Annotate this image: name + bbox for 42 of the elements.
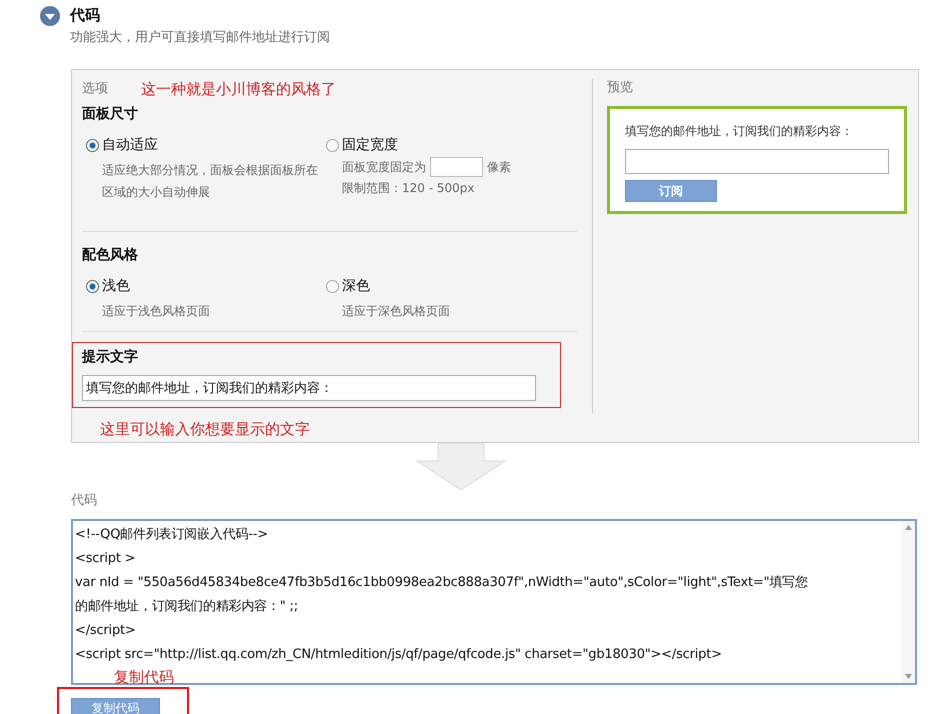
annotation-text: 复制代码 bbox=[114, 668, 174, 686]
subscribe-button[interactable]: 订阅 bbox=[625, 180, 717, 202]
preview-prompt: 填写您的邮件地址，订阅我们的精彩内容： bbox=[625, 123, 854, 140]
radio-button[interactable] bbox=[326, 139, 339, 152]
group-title: 配色风格 bbox=[82, 246, 139, 265]
option-label: 浅色 bbox=[102, 277, 130, 296]
scrollbar[interactable] bbox=[901, 521, 915, 683]
radio-button[interactable] bbox=[326, 280, 339, 293]
code-line: 的邮件地址，订阅我们的精彩内容：" ;; bbox=[75, 598, 299, 616]
annotation-text: 这里可以输入你想要显示的文字 bbox=[100, 419, 311, 440]
section-title: 代码 bbox=[70, 5, 101, 25]
option-description: 适应于深色风格页面 bbox=[342, 303, 451, 320]
code-line: <script src="http://list.qq.com/zh_CN/htmledition/js/qf/page/qfcode.js" charset="gb18030"></script> bbox=[75, 646, 723, 664]
group-title: 面板尺寸 bbox=[82, 105, 139, 124]
copy-code-button[interactable]: 复制代码 bbox=[71, 698, 160, 714]
code-line: <script > bbox=[75, 550, 136, 568]
width-input[interactable] bbox=[430, 157, 483, 177]
option-label: 深色 bbox=[342, 277, 370, 296]
collapse-icon[interactable] bbox=[40, 6, 60, 26]
hint-title: 提示文字 bbox=[82, 348, 139, 367]
width-suffix: 像素 bbox=[487, 159, 511, 176]
code-label: 代码 bbox=[71, 492, 98, 510]
email-input[interactable] bbox=[625, 149, 889, 174]
option-description: 适应于浅色风格页面 bbox=[102, 303, 211, 320]
code-line: </script> bbox=[75, 622, 137, 640]
preview-label: 预览 bbox=[607, 78, 634, 96]
code-textarea[interactable] bbox=[71, 519, 917, 685]
radio-button[interactable] bbox=[86, 139, 99, 152]
code-line: var nId = "550a56d45834be8ce47fb3b5d16c1bb0998ea2bc888a307f",nWidth="auto",sColor="light",sText="填写您 bbox=[75, 574, 809, 592]
options-label: 选项 bbox=[82, 80, 108, 98]
scroll-up-icon[interactable] bbox=[904, 525, 912, 530]
scroll-down-icon[interactable] bbox=[904, 674, 912, 679]
code-line: <!--QQ邮件列表订阅嵌入代码--> bbox=[75, 526, 269, 544]
option-label: 固定宽度 bbox=[342, 136, 398, 155]
annotation-text: 这一种就是小川博客的风格了 bbox=[141, 78, 336, 100]
hint-input[interactable]: 填写您的邮件地址，订阅我们的精彩内容： bbox=[82, 375, 536, 401]
range-text: 限制范围：120 - 500px bbox=[342, 180, 476, 197]
option-label: 自动适应 bbox=[102, 136, 158, 155]
option-description: 适应绝大部分情况，面板会根据面板所在区域的大小自动伸展 bbox=[102, 162, 319, 201]
radio-button[interactable] bbox=[86, 280, 99, 293]
width-prefix: 面板宽度固定为 bbox=[342, 159, 426, 176]
section-subtitle: 功能强大，用户可直接填写邮件地址进行订阅 bbox=[70, 29, 330, 47]
